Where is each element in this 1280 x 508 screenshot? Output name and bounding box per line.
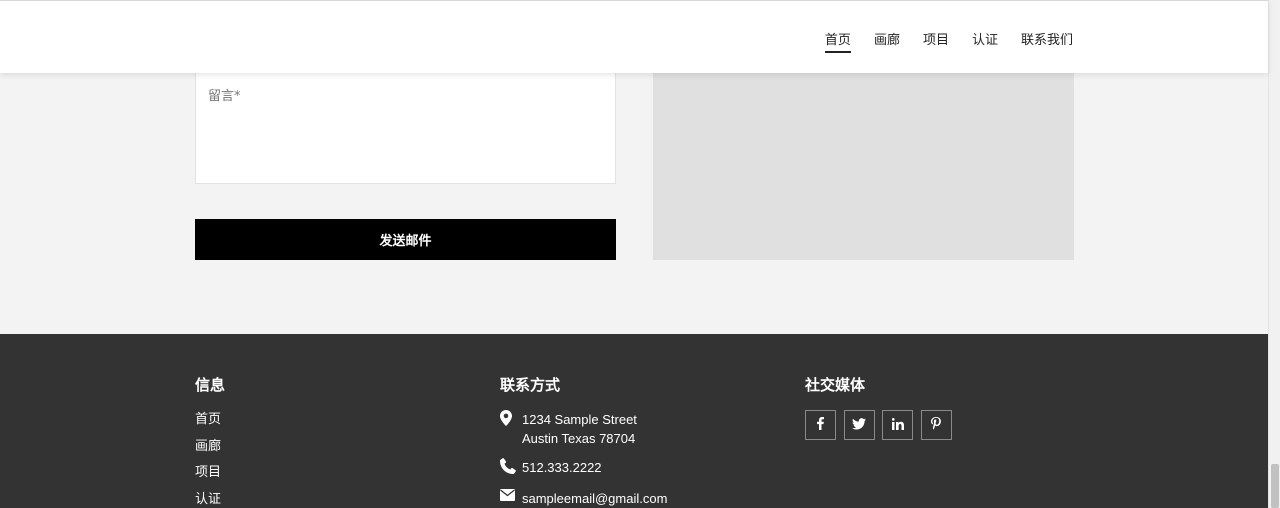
nav-item-gallery[interactable]: 画廊 xyxy=(874,29,900,53)
phone-row: 512.333.2222 xyxy=(500,458,602,477)
nav-item-contact[interactable]: 联系我们 xyxy=(1021,29,1073,53)
info-title: 信息 xyxy=(195,376,226,394)
nav-item-certification[interactable]: 认证 xyxy=(972,29,998,53)
facebook-button[interactable] xyxy=(805,410,836,440)
pinterest-icon xyxy=(931,417,941,433)
twitter-icon xyxy=(852,417,866,433)
map-placeholder xyxy=(653,73,1074,260)
site-footer: 信息 首页 画廊 项目 认证 联系方式 1234 Sample Street A… xyxy=(0,334,1268,508)
address-line1: 1234 Sample Street xyxy=(522,412,637,427)
email-row: sampleemail@gmail.com xyxy=(500,489,667,508)
nav-item-projects[interactable]: 项目 xyxy=(923,29,949,53)
contact-title: 联系方式 xyxy=(500,376,561,394)
phone-number[interactable]: 512.333.2222 xyxy=(522,458,602,477)
phone-icon xyxy=(500,458,522,474)
address-line2: Austin Texas 78704 xyxy=(522,431,636,446)
site-header: 首页 画廊 项目 认证 联系我们 xyxy=(0,0,1268,73)
email-address[interactable]: sampleemail@gmail.com xyxy=(522,489,667,508)
linkedin-button[interactable] xyxy=(882,410,913,440)
info-links: 首页 画廊 项目 认证 xyxy=(195,411,221,508)
social-title: 社交媒体 xyxy=(805,376,866,394)
footer-link-certification[interactable]: 认证 xyxy=(195,491,221,508)
linkedin-icon xyxy=(891,417,904,433)
scrollbar-thumb[interactable] xyxy=(1271,464,1279,508)
footer-link-gallery[interactable]: 画廊 xyxy=(195,438,221,465)
footer-link-projects[interactable]: 项目 xyxy=(195,464,221,491)
pinterest-button[interactable] xyxy=(920,410,952,440)
envelope-icon xyxy=(500,489,522,501)
footer-link-home[interactable]: 首页 xyxy=(195,411,221,438)
page-scrollbar[interactable] xyxy=(1268,0,1280,508)
send-email-button[interactable]: 发送邮件 xyxy=(195,219,616,260)
nav-item-home[interactable]: 首页 xyxy=(824,29,851,53)
main-nav: 首页 画廊 项目 认证 联系我们 xyxy=(824,29,1073,53)
social-links xyxy=(805,410,952,440)
map-marker-icon xyxy=(500,410,522,426)
address-row: 1234 Sample Street Austin Texas 78704 xyxy=(500,410,637,448)
message-textarea[interactable] xyxy=(195,73,616,184)
facebook-icon xyxy=(817,417,824,433)
twitter-button[interactable] xyxy=(843,410,875,440)
